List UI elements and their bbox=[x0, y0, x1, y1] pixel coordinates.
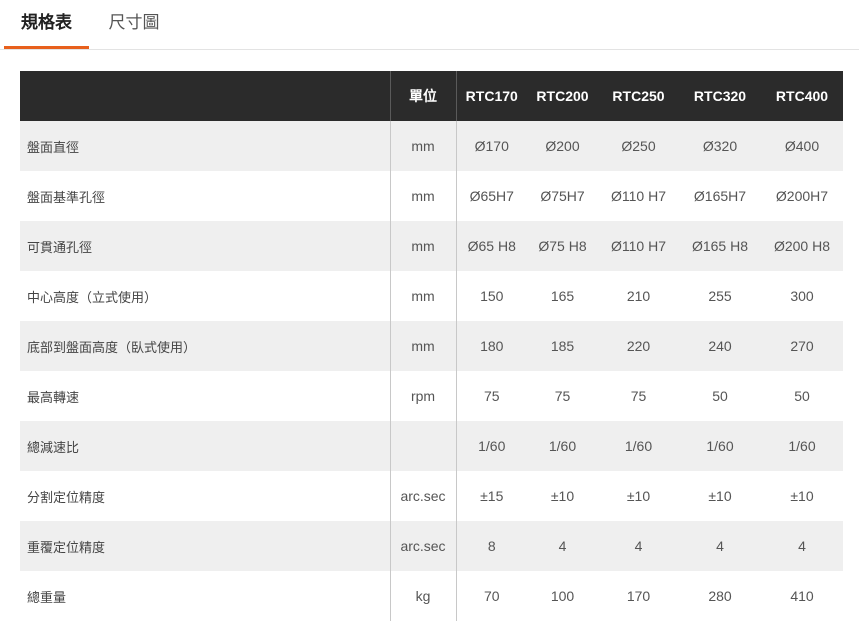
value-cell: Ø65H7 bbox=[456, 171, 527, 221]
header-cell-rtc320: RTC320 bbox=[679, 71, 761, 121]
value-cell: 1/60 bbox=[527, 421, 598, 471]
value-cell: 165 bbox=[527, 271, 598, 321]
value-cell: 4 bbox=[679, 521, 761, 571]
value-cell: Ø165 H8 bbox=[679, 221, 761, 271]
tab-dimension-drawing[interactable]: 尺寸圖 bbox=[96, 0, 172, 50]
row-unit: mm bbox=[389, 121, 457, 171]
value-cell: 1/60 bbox=[456, 421, 527, 471]
row-label: 可貫通孔徑 bbox=[20, 221, 390, 271]
table-row: 盤面基準孔徑 mm Ø65H7 Ø75H7 Ø110 H7 Ø165H7 Ø200H7 bbox=[20, 171, 843, 221]
table-row: 最高轉速 rpm 75 75 75 50 50 bbox=[20, 371, 843, 421]
row-unit: mm bbox=[389, 271, 457, 321]
value-cell: 220 bbox=[598, 321, 679, 371]
value-cell: ±10 bbox=[598, 471, 679, 521]
row-label: 總減速比 bbox=[20, 421, 390, 471]
value-cell: Ø200 H8 bbox=[761, 221, 843, 271]
table-row: 重覆定位精度 arc.sec 8 4 4 4 4 bbox=[20, 521, 843, 571]
value-cell: ±10 bbox=[679, 471, 761, 521]
row-label: 底部到盤面高度（臥式使用） bbox=[20, 321, 390, 371]
value-cell: Ø200 bbox=[527, 121, 598, 171]
value-cell: 240 bbox=[679, 321, 761, 371]
value-cell: 300 bbox=[761, 271, 843, 321]
value-cell: Ø165H7 bbox=[679, 171, 761, 221]
header-cell-rtc170: RTC170 bbox=[456, 71, 527, 121]
row-unit: arc.sec bbox=[389, 471, 457, 521]
value-cell: 50 bbox=[679, 371, 761, 421]
row-unit bbox=[389, 421, 457, 471]
value-cell: 150 bbox=[456, 271, 527, 321]
row-label: 最高轉速 bbox=[20, 371, 390, 421]
value-cell: 270 bbox=[761, 321, 843, 371]
row-unit: mm bbox=[389, 221, 457, 271]
value-cell: ±10 bbox=[761, 471, 843, 521]
value-cell: Ø65 H8 bbox=[456, 221, 527, 271]
row-label: 盤面基準孔徑 bbox=[20, 171, 390, 221]
value-cell: 1/60 bbox=[679, 421, 761, 471]
table-row: 底部到盤面高度（臥式使用） mm 180 185 220 240 270 bbox=[20, 321, 843, 371]
value-cell: 75 bbox=[598, 371, 679, 421]
header-cell-label bbox=[20, 71, 390, 121]
tab-bar: 規格表 尺寸圖 bbox=[0, 0, 859, 50]
value-cell: 170 bbox=[598, 571, 679, 621]
value-cell: Ø110 H7 bbox=[598, 171, 679, 221]
value-cell: 100 bbox=[527, 571, 598, 621]
table-row: 總重量 kg 70 100 170 280 410 bbox=[20, 571, 843, 621]
header-cell-rtc400: RTC400 bbox=[761, 71, 843, 121]
value-cell: Ø200H7 bbox=[761, 171, 843, 221]
value-cell: 210 bbox=[598, 271, 679, 321]
value-cell: 75 bbox=[527, 371, 598, 421]
value-cell: 75 bbox=[456, 371, 527, 421]
value-cell: ±15 bbox=[456, 471, 527, 521]
row-label: 分割定位精度 bbox=[20, 471, 390, 521]
row-label: 重覆定位精度 bbox=[20, 521, 390, 571]
row-unit: arc.sec bbox=[389, 521, 457, 571]
table-row: 可貫通孔徑 mm Ø65 H8 Ø75 H8 Ø110 H7 Ø165 H8 Ø200 H8 bbox=[20, 221, 843, 271]
table-row: 中心高度（立式使用） mm 150 165 210 255 300 bbox=[20, 271, 843, 321]
value-cell: Ø170 bbox=[456, 121, 527, 171]
value-cell: 4 bbox=[598, 521, 679, 571]
value-cell: Ø400 bbox=[761, 121, 843, 171]
value-cell: 4 bbox=[761, 521, 843, 571]
table-header-row: 單位 RTC170 RTC200 RTC250 RTC320 RTC400 bbox=[20, 71, 843, 121]
value-cell: 410 bbox=[761, 571, 843, 621]
header-cell-unit: 單位 bbox=[389, 71, 457, 121]
value-cell: 1/60 bbox=[598, 421, 679, 471]
value-cell: 185 bbox=[527, 321, 598, 371]
row-label: 總重量 bbox=[20, 571, 390, 621]
row-label: 盤面直徑 bbox=[20, 121, 390, 171]
tab-spec-table[interactable]: 規格表 bbox=[4, 0, 89, 50]
value-cell: Ø75H7 bbox=[527, 171, 598, 221]
row-label: 中心高度（立式使用） bbox=[20, 271, 390, 321]
row-unit: rpm bbox=[389, 371, 457, 421]
table-row: 分割定位精度 arc.sec ±15 ±10 ±10 ±10 ±10 bbox=[20, 471, 843, 521]
value-cell: 180 bbox=[456, 321, 527, 371]
table-row: 盤面直徑 mm Ø170 Ø200 Ø250 Ø320 Ø400 bbox=[20, 121, 843, 171]
value-cell: ±10 bbox=[527, 471, 598, 521]
row-unit: mm bbox=[389, 321, 457, 371]
active-tab-indicator bbox=[4, 46, 89, 49]
value-cell: 1/60 bbox=[761, 421, 843, 471]
table-row: 總減速比 1/60 1/60 1/60 1/60 1/60 bbox=[20, 421, 843, 471]
spec-table: 單位 RTC170 RTC200 RTC250 RTC320 RTC400 盤面… bbox=[20, 71, 844, 621]
value-cell: 4 bbox=[527, 521, 598, 571]
value-cell: 50 bbox=[761, 371, 843, 421]
value-cell: Ø75 H8 bbox=[527, 221, 598, 271]
value-cell: Ø110 H7 bbox=[598, 221, 679, 271]
value-cell: 255 bbox=[679, 271, 761, 321]
value-cell: Ø320 bbox=[679, 121, 761, 171]
row-unit: mm bbox=[389, 171, 457, 221]
header-cell-rtc250: RTC250 bbox=[598, 71, 679, 121]
header-cell-rtc200: RTC200 bbox=[527, 71, 598, 121]
value-cell: Ø250 bbox=[598, 121, 679, 171]
value-cell: 8 bbox=[456, 521, 527, 571]
value-cell: 280 bbox=[679, 571, 761, 621]
row-unit: kg bbox=[389, 571, 457, 621]
value-cell: 70 bbox=[456, 571, 527, 621]
